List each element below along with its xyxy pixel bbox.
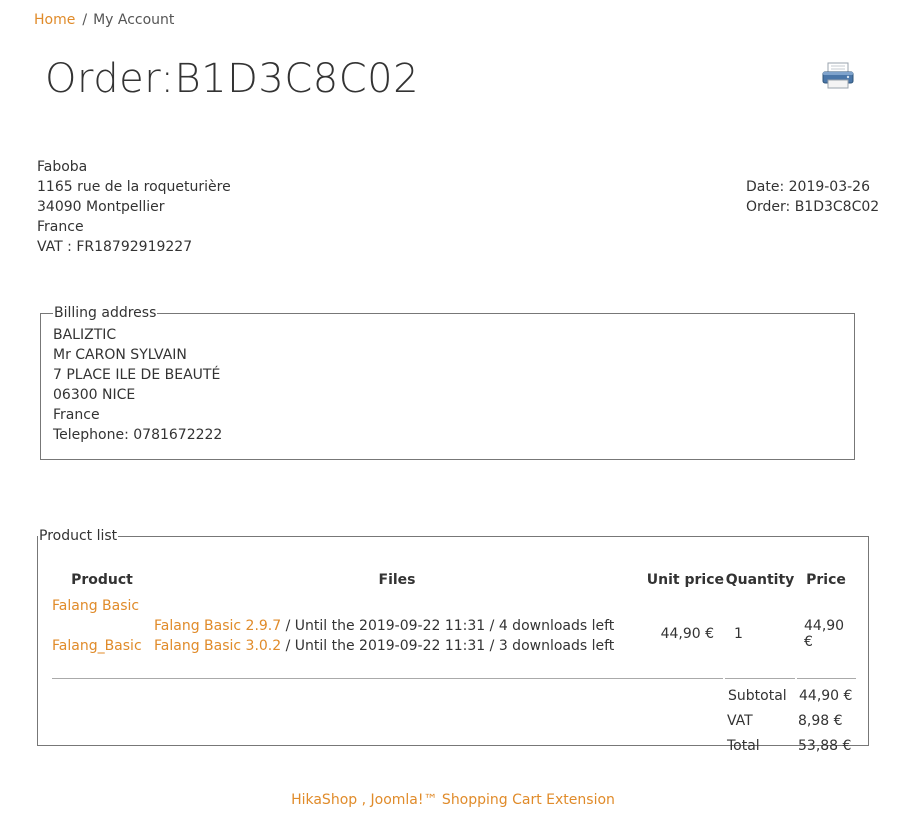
printer-icon (822, 62, 854, 89)
col-header-files: Files (378, 572, 416, 588)
company-address: Faboba 1165 rue de la roqueturière 34090… (37, 157, 231, 257)
col-header-price: Price (806, 572, 846, 588)
order-number: Order: B1D3C8C02 (746, 199, 880, 215)
file-note: / Until the 2019-09-22 11:31 / 3 downloa… (281, 638, 615, 654)
footer-link[interactable]: HikaShop , Joomla!™ Shopping Cart Extens… (291, 792, 615, 808)
subtotal-row: Subtotal 44,90 € (52, 678, 856, 707)
company-country: France (37, 219, 84, 235)
company-street: 1165 rue de la roqueturière (37, 179, 231, 195)
company-vat: VAT : FR18792919227 (37, 239, 193, 255)
vat-row: VAT 8,98 € (52, 707, 856, 732)
total-row: Total 53,88 € (52, 732, 856, 757)
order-date: Date: 2019-03-26 (746, 179, 870, 195)
billing-line: Mr CARON SYLVAIN (53, 347, 187, 363)
subtotal-value: 44,90 € (795, 678, 856, 707)
company-name: Faboba (37, 159, 88, 175)
col-header-product: Product (71, 572, 133, 588)
billing-line: BALIZTIC (53, 327, 117, 343)
file-download-link[interactable]: Falang Basic 2.9.7 (154, 618, 281, 634)
product-list-legend: Product list (39, 528, 118, 544)
billing-line: France (53, 407, 100, 423)
page-title: Order:B1D3C8C02 (45, 56, 420, 102)
unit-price-cell: 44,90 € (660, 626, 714, 642)
col-header-quantity: Quantity (725, 572, 795, 588)
footer: HikaShop , Joomla!™ Shopping Cart Extens… (0, 792, 906, 808)
file-entry: Falang Basic 3.0.2 / Until the 2019-09-2… (154, 636, 642, 656)
billing-line: 06300 NICE (53, 387, 136, 403)
file-note: / Until the 2019-09-22 11:31 / 4 downloa… (281, 618, 615, 634)
vat-label: VAT (727, 713, 753, 729)
billing-legend: Billing address (54, 305, 157, 321)
col-header-unit-price: Unit price (646, 572, 724, 588)
product-files-cell: Falang Basic 2.9.7 / Until the 2019-09-2… (152, 594, 642, 656)
billing-line: 7 PLACE ILE DE BEAUTÉ (53, 367, 221, 383)
total-value: 53,88 € (798, 738, 852, 754)
breadcrumb-current: My Account (93, 12, 175, 28)
vat-value: 8,98 € (798, 713, 843, 729)
breadcrumb-home-link[interactable]: Home (34, 12, 75, 28)
subtotal-label: Subtotal (723, 678, 796, 707)
breadcrumb: Home / My Account (34, 12, 174, 28)
order-meta: Date: 2019-03-26 Order: B1D3C8C02 (746, 177, 879, 217)
billing-address: Billing address BALIZTIC Mr CARON SYLVAI… (40, 305, 855, 460)
product-name-cell: Falang Basic Falang_Basic (52, 594, 152, 656)
breadcrumb-separator: / (82, 12, 88, 28)
company-city: 34090 Montpellier (37, 199, 165, 215)
product-table: Product Files Unit price Quantity Price … (52, 566, 856, 757)
total-label: Total (727, 738, 760, 754)
print-button[interactable] (820, 60, 856, 92)
product-link[interactable]: Falang Basic (52, 598, 139, 614)
file-entry: Falang Basic 2.9.7 / Until the 2019-09-2… (154, 616, 642, 636)
product-list: Product list Product Files Unit price Qu… (37, 528, 869, 754)
table-row: Falang Basic Falang_Basic Falang Basic 2… (52, 594, 856, 656)
price-cell: 44,90 € (804, 618, 845, 650)
quantity-cell: 1 (734, 626, 743, 642)
product-link[interactable]: Falang_Basic (52, 638, 142, 654)
billing-line: Telephone: 0781672222 (53, 427, 223, 443)
file-download-link[interactable]: Falang Basic 3.0.2 (154, 638, 281, 654)
